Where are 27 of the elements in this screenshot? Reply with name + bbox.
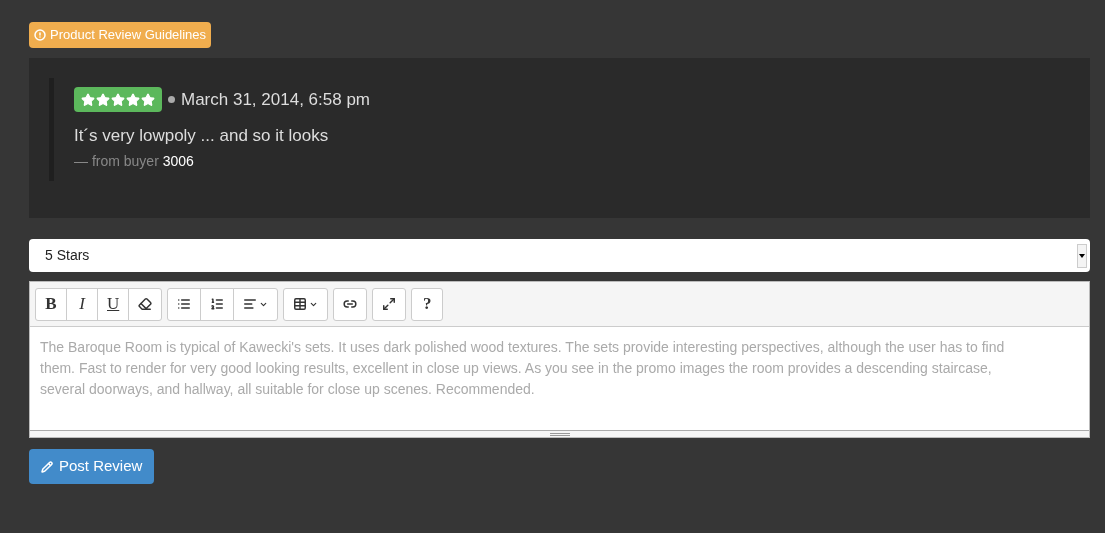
link-icon — [343, 297, 358, 311]
align-left-icon — [243, 297, 258, 311]
numbers-button[interactable] — [200, 287, 235, 321]
bullets-button[interactable] — [167, 287, 202, 321]
align-button[interactable] — [233, 287, 279, 321]
pencil-icon — [41, 460, 53, 473]
post-review-button[interactable]: Post Review — [29, 449, 155, 484]
fullscreen-icon — [382, 297, 397, 311]
format-button[interactable]: B — [35, 287, 67, 321]
resize-handle[interactable] — [30, 430, 1089, 437]
table-icon — [293, 297, 308, 311]
eraser-button[interactable] — [128, 287, 163, 321]
numbered-list-icon — [210, 297, 225, 311]
rating-select[interactable]: 5 Stars — [29, 239, 1090, 272]
format-button[interactable]: I — [66, 287, 98, 321]
fullscreen-button[interactable] — [372, 287, 407, 321]
table-button[interactable] — [283, 287, 329, 321]
byline: — from buyer — [74, 153, 160, 169]
bulleted-list-icon — [177, 297, 192, 311]
format-button[interactable]: U — [97, 287, 130, 321]
alert-icon — [34, 29, 46, 41]
review-date: March 31, 2014, 6:58 pm — [181, 89, 370, 111]
format-button[interactable]: ? — [411, 287, 444, 321]
review-text: It´s very lowpoly ... and so it looks — [74, 124, 330, 147]
link-button[interactable] — [333, 287, 368, 321]
buyer-id: 3006 — [162, 153, 194, 169]
eraser-icon — [138, 297, 153, 311]
